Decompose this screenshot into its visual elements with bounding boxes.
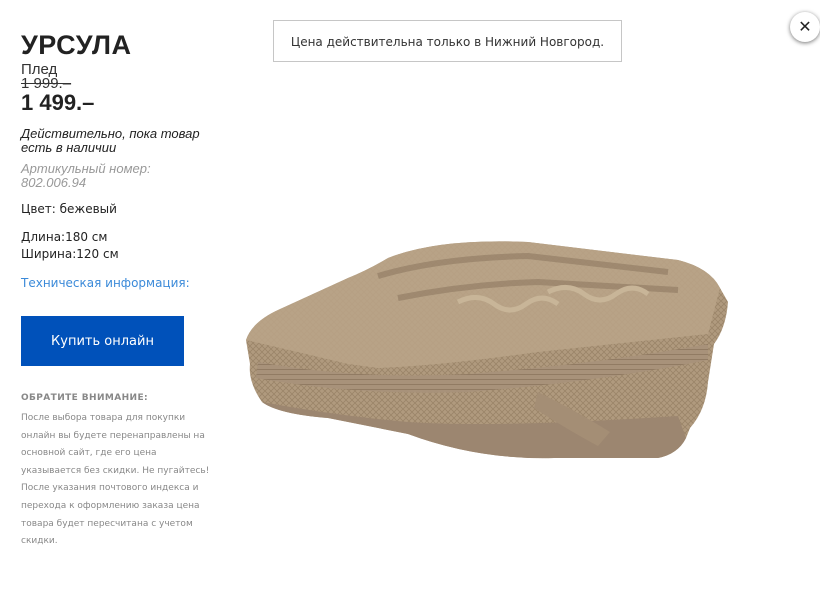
close-button[interactable]: ✕: [790, 12, 820, 42]
note-heading: ОБРАТИТЕ ВНИМАНИЕ:: [21, 393, 149, 403]
buy-online-button[interactable]: Купить онлайн: [21, 316, 184, 366]
length: Длина:180 см: [21, 230, 108, 244]
current-price: 1 499.–: [21, 90, 95, 115]
availability-note: Действительно, пока товар есть в наличии: [21, 126, 200, 155]
tech-info-link[interactable]: Техническая информация:: [21, 276, 221, 290]
close-icon: ✕: [798, 17, 812, 36]
old-price: 1 999.–: [21, 75, 72, 92]
article-number: Артикульный номер: 802.006.94: [21, 161, 151, 190]
product-info-panel: УРСУЛА Плед 1 999.– 1 499.– Действительн…: [21, 30, 221, 551]
product-title: УРСУЛА: [21, 30, 132, 60]
price-validity-notice: Цена действительна только в Нижний Новго…: [273, 20, 622, 62]
product-image: [246, 241, 728, 459]
note-text: После выбора товара для покупки онлайн в…: [21, 413, 210, 547]
product-color: Цвет: бежевый: [21, 202, 117, 216]
width: Ширина:120 см: [21, 247, 119, 261]
dimensions: Длина:180 см Ширина:120 см: [21, 229, 221, 263]
